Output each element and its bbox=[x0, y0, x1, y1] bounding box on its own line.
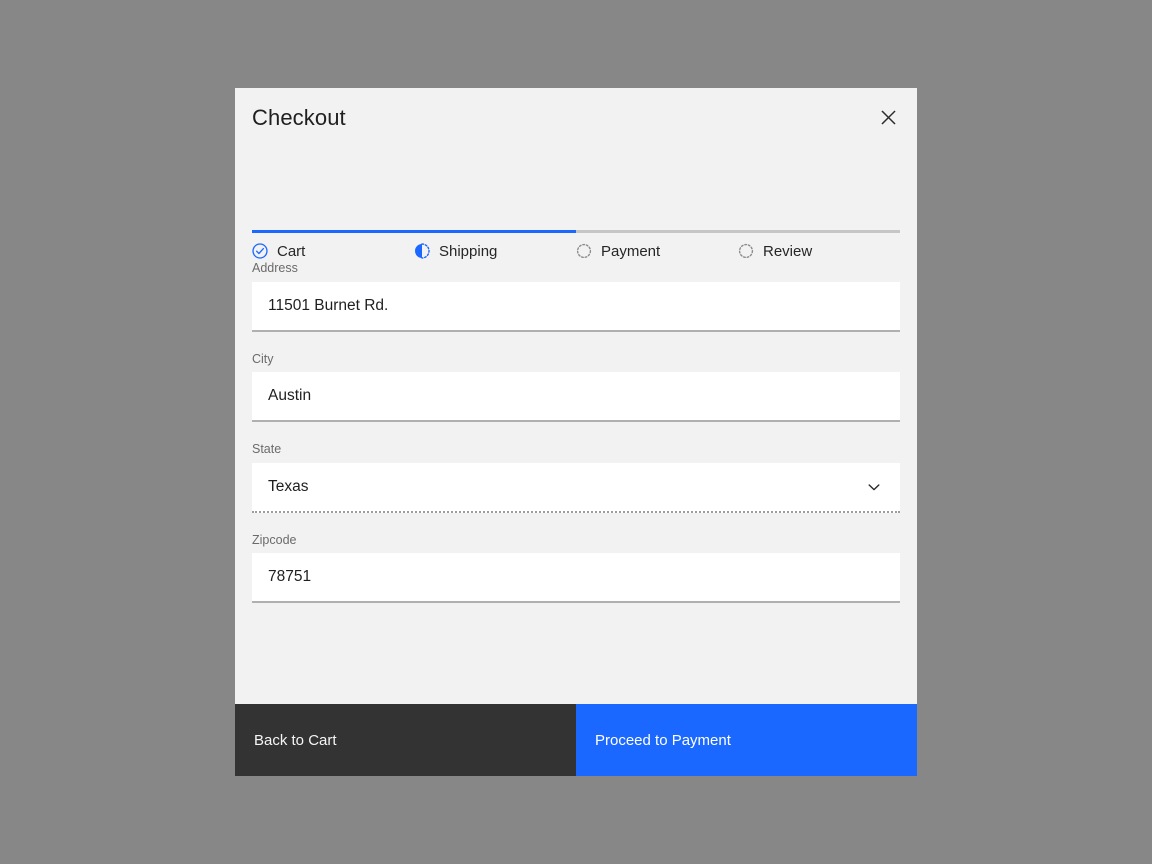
close-icon[interactable] bbox=[873, 102, 903, 132]
field-value-address: 11501 Burnet Rd. bbox=[268, 296, 389, 314]
field-value-city: Austin bbox=[268, 387, 312, 405]
stepper-step-label: Shipping bbox=[439, 242, 498, 260]
progress-fill bbox=[252, 230, 576, 233]
field-zipcode: Zipcode 78751 bbox=[252, 532, 900, 603]
field-label-city: City bbox=[252, 351, 274, 366]
field-state: State Texas bbox=[252, 443, 900, 513]
input-address[interactable]: 11501 Burnet Rd. bbox=[252, 281, 900, 332]
check-circle-icon bbox=[252, 243, 268, 259]
field-city: City Austin bbox=[252, 351, 900, 422]
input-zipcode[interactable]: 78751 bbox=[252, 553, 900, 603]
checkout-modal: Checkout Cart Shipping Payment Review Addre… bbox=[235, 88, 917, 776]
half-circle-icon bbox=[415, 243, 430, 259]
field-label-address: Address bbox=[252, 261, 298, 275]
stepper-step-cart[interactable]: Cart bbox=[252, 243, 414, 259]
page-title: Checkout bbox=[252, 105, 346, 130]
stepper-steps: Cart Shipping Payment Review bbox=[252, 243, 900, 259]
select-state[interactable]: Texas bbox=[252, 462, 900, 513]
stepper-step-label: Review bbox=[763, 242, 813, 260]
back-to-cart-button[interactable]: Back to Cart bbox=[235, 704, 576, 776]
field-label-state: State bbox=[252, 442, 282, 456]
field-address: Address 11501 Burnet Rd. bbox=[252, 262, 900, 332]
stepper-step-label: Payment bbox=[601, 242, 661, 260]
close-glyph bbox=[880, 109, 896, 125]
stepper-step-label: Cart bbox=[277, 242, 306, 260]
field-label-zipcode: Zipcode bbox=[252, 532, 297, 547]
progress-track bbox=[252, 230, 900, 233]
modal-footer: Back to Cart Proceed to Payment bbox=[235, 704, 917, 776]
stepper-step-review[interactable]: Review bbox=[738, 243, 900, 259]
dotted-circle-icon bbox=[576, 243, 592, 259]
shipping-form: Address 11501 Burnet Rd. City Austin State Te… bbox=[235, 262, 917, 704]
input-city[interactable]: Austin bbox=[252, 372, 900, 422]
field-value-state: Texas bbox=[268, 477, 309, 495]
checkout-stepper: Cart Shipping Payment Review bbox=[252, 150, 900, 259]
proceed-to-payment-button[interactable]: Proceed to Payment bbox=[576, 704, 917, 776]
modal-header: Checkout bbox=[235, 88, 917, 150]
stepper-step-payment[interactable]: Payment bbox=[576, 243, 738, 259]
field-value-zipcode: 78751 bbox=[268, 568, 312, 586]
dotted-circle-icon bbox=[738, 243, 754, 259]
chevron-down-icon bbox=[868, 483, 880, 490]
stepper-step-shipping[interactable]: Shipping bbox=[414, 243, 576, 259]
